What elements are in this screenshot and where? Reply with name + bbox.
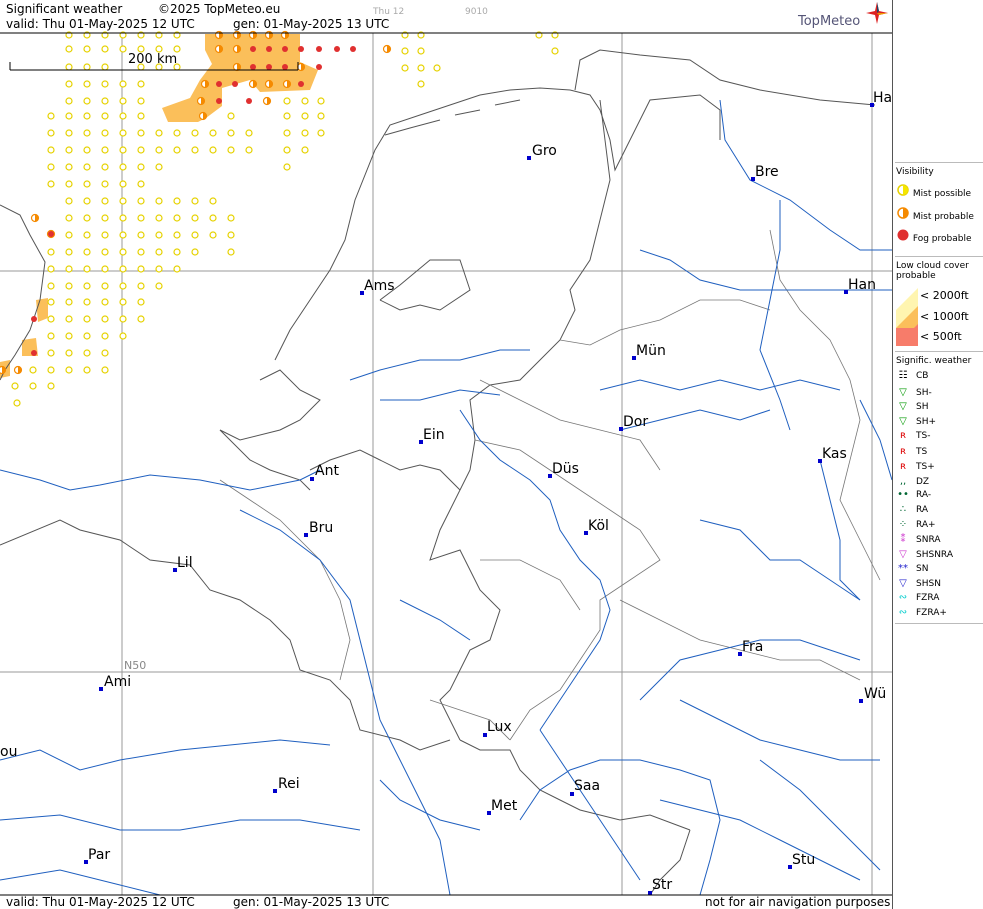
city-label: Mün	[636, 343, 666, 359]
legend-ts: ʀ TS	[896, 445, 927, 459]
freezing-rain-icon: ∾	[898, 592, 908, 603]
city-label: Fra	[742, 639, 764, 655]
generated-time: gen: 01-May-2025 13 UTC	[233, 17, 390, 31]
snow-icon: **	[898, 563, 908, 574]
lowcloud-500: < 500ft	[920, 330, 962, 343]
city-label: Bre	[755, 164, 779, 180]
latitude-label: N50	[124, 659, 147, 672]
rivers	[0, 99, 892, 896]
thunderstorm-heavy-icon: ʀ	[899, 461, 907, 472]
rain-heavy-icon: ⁘	[898, 519, 908, 530]
regional-borders	[219, 229, 881, 741]
shower-heavy-icon: ▽	[899, 416, 907, 427]
city-label: Bru	[309, 520, 334, 536]
weather-map	[0, 30, 892, 896]
legend-sh-minus: ▽ SH-	[896, 386, 932, 400]
city-label: Kas	[822, 446, 847, 462]
freezing-rain-heavy-icon: ∾	[898, 607, 908, 618]
city-label: Köl	[588, 518, 609, 534]
disclaimer: not for air navigation purposes	[705, 895, 891, 909]
rain-icon: ∴	[899, 504, 907, 515]
sigwx-title: Signific. weather	[896, 356, 972, 366]
city-label: Str	[652, 877, 673, 893]
cb-icon: ☷	[898, 370, 908, 381]
legend-panel: Visibility Mist possible Mist probable F…	[892, 0, 983, 909]
thunderstorm-light-icon: ʀ	[899, 430, 907, 441]
footer-generated-time: gen: 01-May-2025 13 UTC	[233, 895, 390, 909]
snow-rain-icon: ⁑	[900, 534, 906, 545]
legend-fzra-plus: ∾ FZRA+	[896, 606, 947, 620]
city-label: Saa	[574, 778, 601, 794]
legend-sn: ** SN	[898, 563, 929, 574]
city-label: Ant	[315, 463, 339, 479]
lowcloud-gradient	[896, 288, 918, 346]
scale-label: 200 km	[128, 52, 178, 67]
valid-time: valid: Thu 01-May-2025 12 UTC	[6, 17, 195, 31]
lowcloud-title: Low cloud cover	[896, 261, 969, 271]
topmeteo-logo: TopMeteo	[798, 14, 861, 29]
rain-light-icon: ••	[897, 489, 909, 500]
lowcloud-1000: < 1000ft	[920, 310, 969, 323]
legend-ts-minus: ʀ TS-	[896, 429, 931, 443]
map-title: Significant weather	[6, 2, 123, 16]
shower-icon: ▽	[899, 401, 907, 412]
copyright: ©2025 TopMeteo.eu	[158, 2, 281, 16]
city-markers	[84, 103, 874, 895]
footer-valid-time: valid: Thu 01-May-2025 12 UTC	[6, 895, 195, 909]
legend-fog-probable: Fog probable	[896, 229, 972, 246]
legend-mist-probable: Mist probable	[896, 207, 974, 224]
city-label: Lux	[487, 719, 512, 735]
city-label: Ams	[364, 278, 395, 294]
legend-mist-possible: Mist possible	[896, 184, 971, 201]
city-label: Rei	[278, 776, 300, 792]
mist-probable-icon	[896, 207, 910, 224]
city-label: Ein	[423, 427, 445, 443]
coastlines	[0, 49, 876, 491]
legend-cb: ☷ CB	[896, 369, 929, 383]
city-label: Dor	[623, 414, 649, 430]
legend-ts-plus: ʀ TS+	[896, 460, 935, 474]
legend-ra-minus: •• RA-	[897, 489, 932, 500]
city-label: Ha	[873, 90, 893, 106]
legend-snra: ⁑ SNRA	[896, 533, 941, 547]
lowcloud-2000: < 2000ft	[920, 289, 969, 302]
city-label: Stu	[792, 852, 816, 868]
shower-snow-rain-icon: ▽	[899, 549, 907, 560]
thunderstorm-icon: ʀ	[899, 446, 907, 457]
legend-sh-plus: ▽ SH+	[896, 415, 936, 429]
visibility-title: Visibility	[896, 167, 934, 177]
city-label: Lil	[177, 555, 193, 571]
legend-dz: ,, DZ	[896, 475, 929, 489]
legend-ra-plus: ⁘ RA+	[896, 518, 936, 532]
shower-snow-icon: ▽	[899, 578, 907, 589]
city-label: Gro	[532, 143, 557, 159]
grid-lines	[0, 33, 892, 895]
city-label: Ami	[104, 674, 132, 690]
fog-probable-icon	[896, 229, 910, 246]
legend-ra: ∴ RA	[896, 503, 928, 517]
legend-shsn: ▽ SHSN	[896, 577, 941, 591]
city-label: ou	[0, 744, 18, 760]
city-label: Wü	[864, 686, 887, 702]
shower-light-icon: ▽	[899, 387, 907, 398]
legend-sh: ▽ SH	[896, 400, 928, 414]
mist-possible-icon	[896, 184, 910, 201]
faint-code: 9010	[465, 7, 488, 17]
legend-fzra: ∾ FZRA	[896, 591, 940, 605]
city-label: Düs	[552, 461, 579, 477]
lowcloud-title-2: probable	[896, 271, 936, 281]
city-label: Par	[88, 847, 111, 863]
compass-logo-icon	[866, 2, 888, 24]
city-label: Met	[491, 798, 518, 814]
drizzle-icon: ,,	[899, 476, 907, 487]
legend-shsnra: ▽ SHSNRA	[896, 548, 953, 562]
city-label: Han	[848, 277, 876, 293]
